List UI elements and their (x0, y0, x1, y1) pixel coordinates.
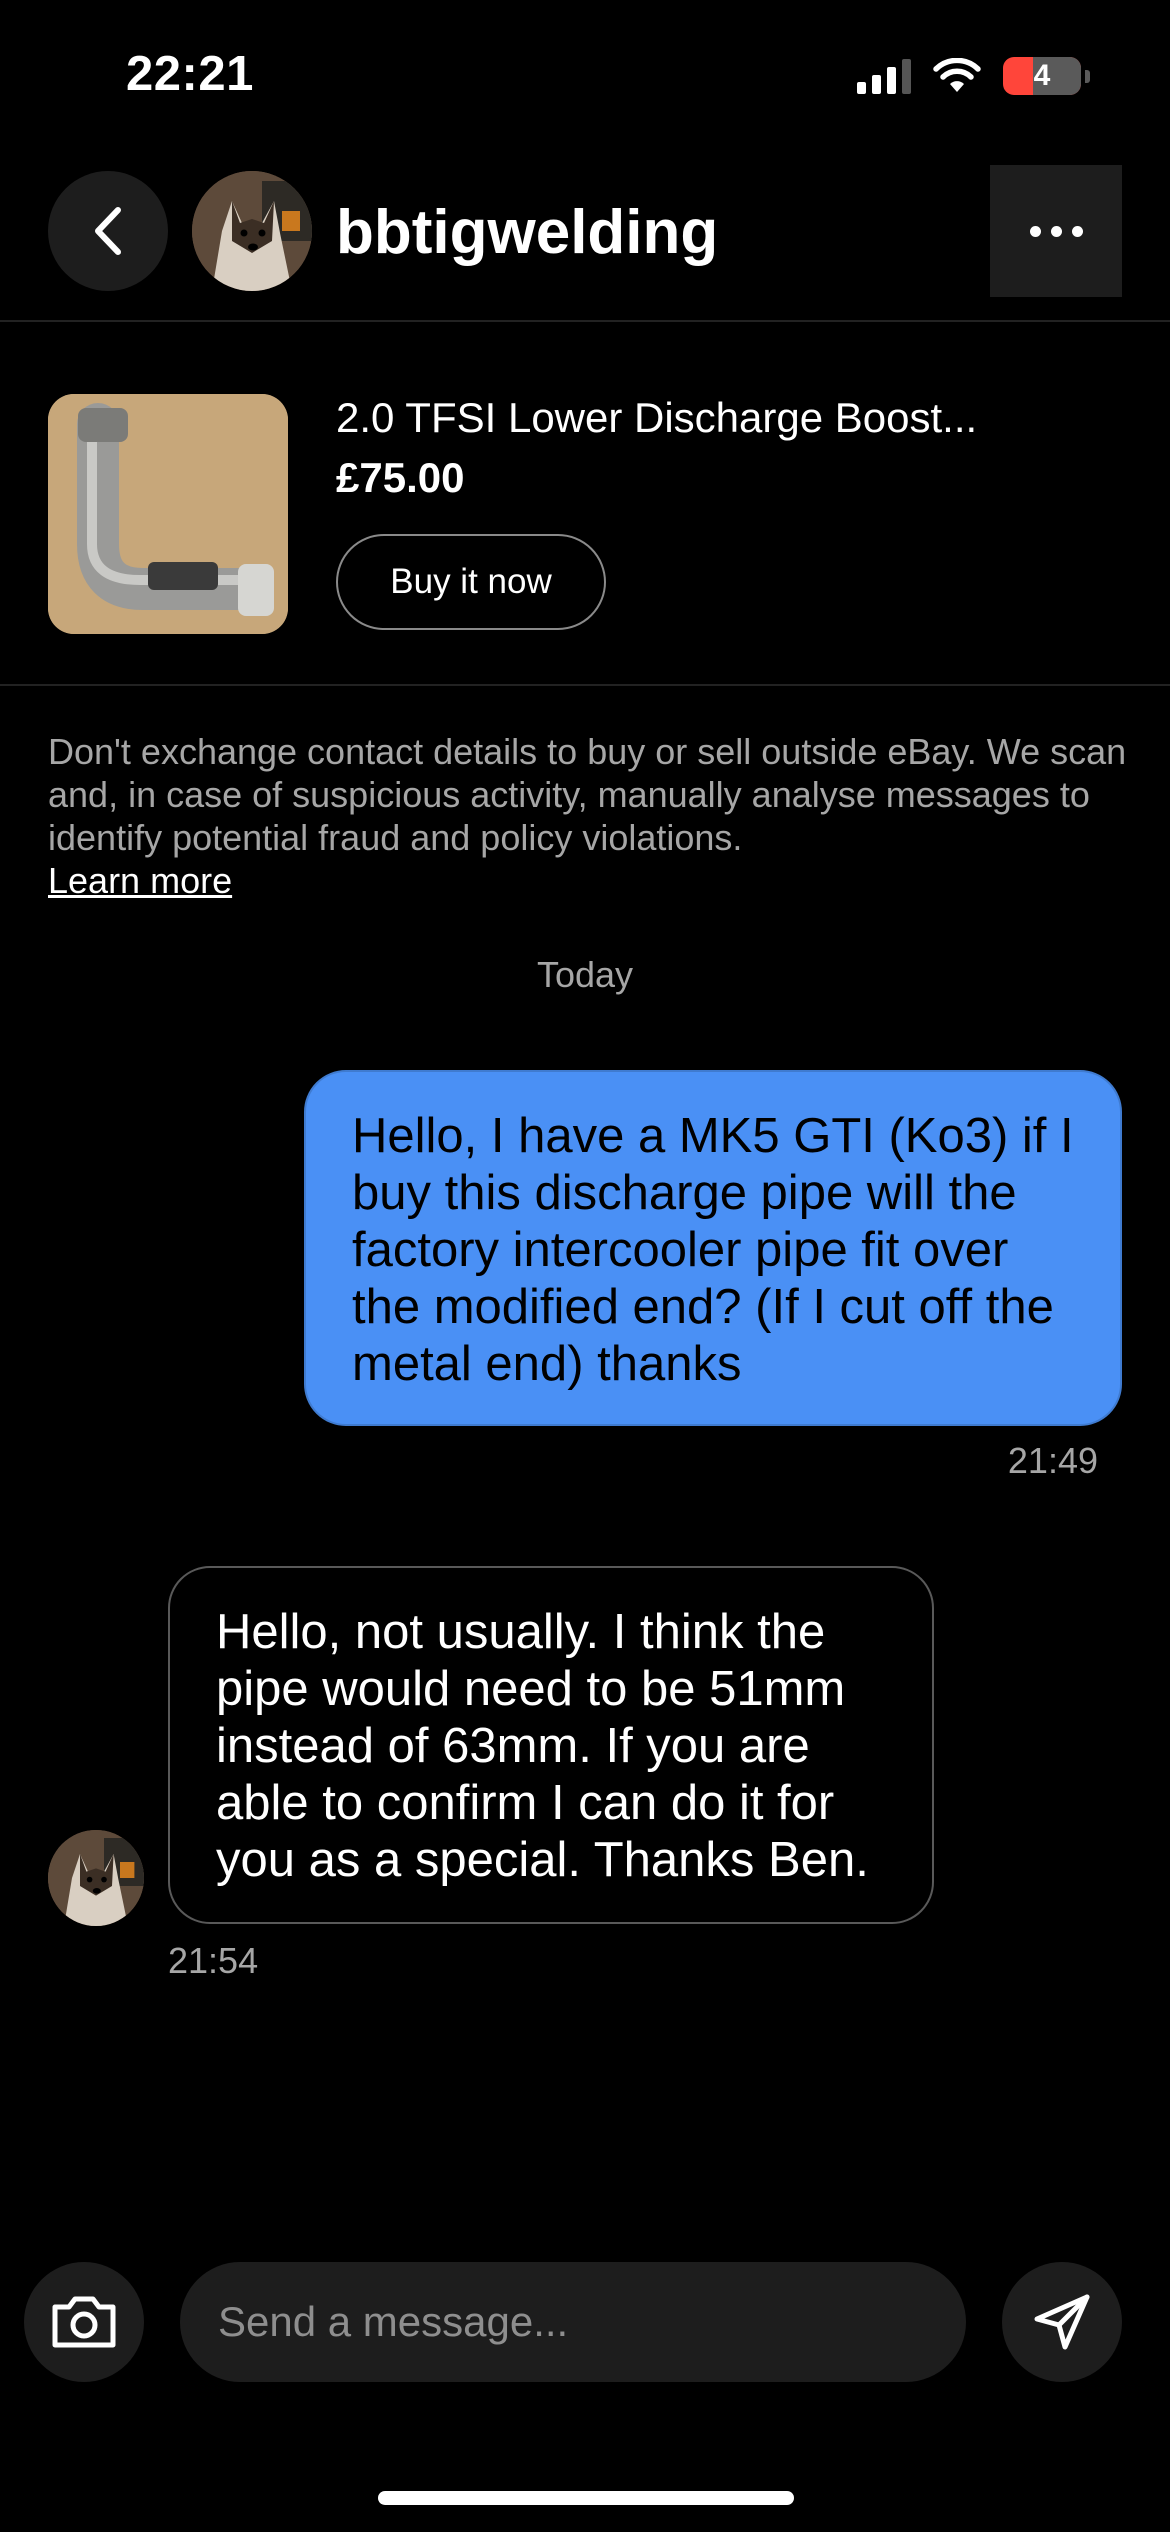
day-separator: Today (536, 954, 634, 995)
seller-avatar[interactable] (192, 171, 312, 291)
message-input[interactable] (180, 2262, 966, 2382)
safety-notice: Don't exchange contact details to buy or… (48, 731, 1127, 858)
dog-avatar-image (192, 171, 312, 291)
ellipsis-icon (1029, 225, 1083, 237)
battery-icon: 4 (1003, 57, 1081, 95)
back-button[interactable] (48, 171, 168, 291)
send-button[interactable] (1002, 2262, 1122, 2382)
camera-icon (52, 2296, 116, 2348)
sender-avatar[interactable] (48, 1830, 144, 1926)
battery-level: 4 (1033, 59, 1051, 92)
learn-more-link[interactable]: Learn more (48, 860, 232, 902)
divider (0, 684, 1170, 686)
chevron-left-icon (95, 207, 121, 255)
cellular-signal-icon (857, 58, 911, 94)
seller-username[interactable]: bbtigwelding (336, 197, 718, 268)
more-options-button[interactable] (990, 165, 1122, 297)
dog-avatar-image (48, 1830, 144, 1926)
send-icon (1034, 2294, 1090, 2350)
listing-price: £75.00 (336, 454, 465, 501)
listing-thumbnail[interactable] (48, 394, 288, 634)
divider (0, 320, 1170, 322)
chat-screen: 22:21 4 bbtigwelding 2.0 TFSI Lower Disc… (0, 0, 1170, 2532)
buy-it-now-button[interactable]: Buy it now (336, 534, 606, 630)
status-icons: 4 (857, 54, 1090, 98)
outgoing-message-bubble[interactable]: Hello, I have a MK5 GTI (Ko3) if I buy t… (304, 1070, 1122, 1426)
status-time: 22:21 (126, 47, 254, 101)
wifi-icon (933, 58, 981, 92)
home-indicator[interactable] (378, 2491, 794, 2505)
message-timestamp: 21:54 (168, 1940, 259, 1981)
message-timestamp: 21:49 (1007, 1440, 1098, 1481)
pipe-product-image (48, 394, 288, 634)
listing-title[interactable]: 2.0 TFSI Lower Discharge Boost... (336, 394, 977, 442)
camera-button[interactable] (24, 2262, 144, 2382)
incoming-message-bubble[interactable]: Hello, not usually. I think the pipe wou… (168, 1566, 934, 1924)
